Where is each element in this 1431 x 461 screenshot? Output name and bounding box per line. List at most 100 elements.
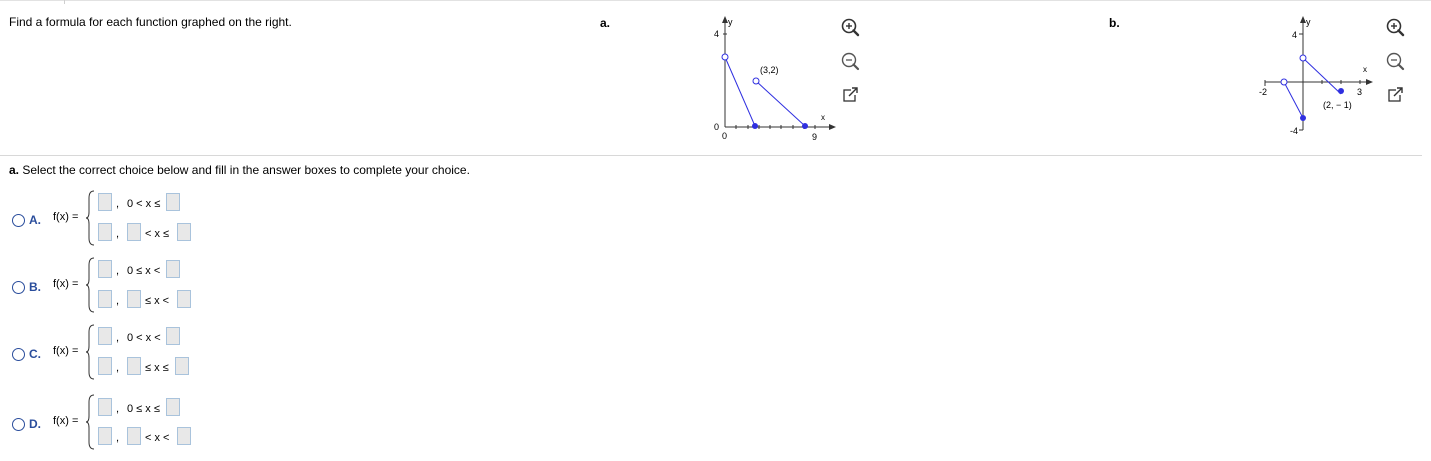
choice-d-bound-1-input[interactable] bbox=[166, 398, 180, 416]
choice-d-fx: f(x) = bbox=[53, 415, 79, 427]
choice-b-cond-1: 0 ≤ x < bbox=[127, 265, 161, 277]
choice-a-cond-1: 0 < x ≤ bbox=[127, 198, 161, 210]
choice-b-brace bbox=[86, 257, 95, 313]
graph-a-point-label: (3,2) bbox=[760, 65, 779, 75]
graph-a-open-point-1 bbox=[721, 53, 729, 61]
choice-a-cond-2: < x ≤ bbox=[145, 228, 170, 240]
choice-a-formula-1-input[interactable] bbox=[98, 193, 112, 211]
graph-a-closed-point-1 bbox=[752, 123, 758, 129]
choice-a-radio[interactable] bbox=[12, 214, 25, 227]
choice-b-comma-1: , bbox=[116, 265, 120, 277]
graph-b-open-point-1 bbox=[1280, 78, 1288, 86]
choice-b-comma-2: , bbox=[116, 295, 120, 307]
graph-b-y-label: y bbox=[1306, 17, 1311, 27]
choice-c-radio[interactable] bbox=[12, 348, 25, 361]
prompt-text: Find a formula for each function graphed… bbox=[9, 15, 292, 29]
graph-b-open-point-2 bbox=[1299, 54, 1307, 62]
graph-a-segment-1 bbox=[724, 56, 756, 127]
graph-b-x-label: x bbox=[1363, 65, 1367, 74]
choice-a-formula-2-input[interactable] bbox=[98, 223, 112, 241]
graph-a-closed-point-2 bbox=[802, 123, 808, 129]
graph-b-x-arrow bbox=[1366, 79, 1373, 85]
graph-b-label: b. bbox=[1109, 16, 1120, 30]
top-border bbox=[0, 0, 1431, 4]
choice-b-letter: B. bbox=[29, 280, 41, 294]
graph-a: y 4 0 0 9 x (3,2) bbox=[714, 16, 836, 142]
choice-a-comma-1: , bbox=[116, 198, 120, 210]
graph-a-x-tick: 9 bbox=[812, 132, 817, 142]
choice-b-formula-1-input[interactable] bbox=[98, 260, 112, 278]
graph-b-popout-icon[interactable] bbox=[1387, 86, 1409, 108]
choice-d-bound-3-input[interactable] bbox=[177, 427, 191, 445]
choice-b-bound-3-input[interactable] bbox=[177, 290, 191, 308]
graph-b-y-bottom: -4 bbox=[1290, 126, 1298, 136]
choice-b-bound-2-input[interactable] bbox=[127, 290, 141, 308]
choice-c-bound-1-input[interactable] bbox=[166, 327, 180, 345]
choice-c-bound-3-input[interactable] bbox=[175, 357, 189, 375]
choice-d-cond-1: 0 ≤ x ≤ bbox=[127, 403, 160, 415]
choice-b-radio[interactable] bbox=[12, 281, 25, 294]
choice-b-formula-2-input[interactable] bbox=[98, 290, 112, 308]
choice-a-comma-2: , bbox=[116, 228, 120, 240]
graph-b-y-top: 4 bbox=[1292, 30, 1297, 40]
choice-a-bound-3-input[interactable] bbox=[177, 223, 191, 241]
choice-a-fx: f(x) = bbox=[53, 211, 79, 223]
graph-a-y-tick: 4 bbox=[714, 29, 719, 39]
question-text: a. Select the correct choice below and f… bbox=[9, 163, 470, 177]
graph-a-x-arrow bbox=[829, 124, 836, 130]
choice-d-bound-2-input[interactable] bbox=[127, 427, 141, 445]
choice-c-cond-1: 0 < x < bbox=[127, 332, 161, 344]
choice-c-fx: f(x) = bbox=[53, 345, 79, 357]
graph-b-segment-1 bbox=[1283, 81, 1304, 119]
choice-d-comma-2: , bbox=[116, 432, 120, 444]
top-divider-tick bbox=[64, 0, 65, 4]
graph-a-x-label: x bbox=[821, 113, 825, 122]
graph-b: y 4 -4 -2 3 x (2, − 1) bbox=[1259, 16, 1373, 136]
choice-d-formula-2-input[interactable] bbox=[98, 427, 112, 445]
graph-b-x-left: -2 bbox=[1259, 87, 1267, 97]
question-instruction: Select the correct choice below and fill… bbox=[22, 163, 470, 177]
graph-a-zoom-out-icon[interactable] bbox=[839, 51, 861, 73]
choice-c-letter: C. bbox=[29, 347, 41, 361]
graph-a-y-label: y bbox=[728, 17, 733, 27]
graph-a-label: a. bbox=[600, 16, 611, 30]
choice-a-bound-2-input[interactable] bbox=[127, 223, 141, 241]
choice-c-brace bbox=[86, 324, 95, 380]
choice-a: A. f(x) = , 0 < x ≤ , < x ≤ bbox=[0, 188, 260, 252]
choice-c-formula-1-input[interactable] bbox=[98, 327, 112, 345]
graph-a-segment-2 bbox=[755, 80, 806, 127]
choice-b: B. f(x) = , 0 ≤ x < , ≤ x < bbox=[0, 255, 260, 319]
choice-b-bound-1-input[interactable] bbox=[166, 260, 180, 278]
choice-c-formula-2-input[interactable] bbox=[98, 357, 112, 375]
choice-c-bound-2-input[interactable] bbox=[127, 357, 141, 375]
choice-a-brace bbox=[86, 190, 95, 246]
graph-b-zoom-out-icon[interactable] bbox=[1384, 51, 1406, 73]
graph-a-x-origin: 0 bbox=[722, 131, 727, 141]
choice-b-cond-2: ≤ x < bbox=[145, 295, 170, 307]
choice-a-bound-1-input[interactable] bbox=[166, 193, 180, 211]
graph-b-segment-2 bbox=[1302, 57, 1342, 95]
choice-c: C. f(x) = , 0 < x < , ≤ x ≤ bbox=[0, 322, 260, 386]
choice-d-formula-1-input[interactable] bbox=[98, 398, 112, 416]
graph-b-point-label: (2, − 1) bbox=[1323, 100, 1352, 110]
graph-b-closed-point-1 bbox=[1300, 115, 1306, 121]
graph-a-y-origin: 0 bbox=[714, 122, 719, 132]
choice-d-radio[interactable] bbox=[12, 418, 25, 431]
choice-d-brace bbox=[86, 394, 95, 450]
graph-b-zoom-in-icon[interactable] bbox=[1384, 17, 1406, 39]
question-part: a. bbox=[9, 163, 20, 177]
section-divider bbox=[0, 155, 1422, 156]
graph-a-zoom-in-icon[interactable] bbox=[839, 17, 861, 39]
graph-b-x-right: 3 bbox=[1357, 87, 1362, 97]
choice-d: D. f(x) = , 0 ≤ x ≤ , < x < bbox=[0, 392, 260, 456]
graph-a-x-ticks bbox=[723, 33, 816, 129]
choice-b-fx: f(x) = bbox=[53, 278, 79, 290]
choice-c-comma-1: , bbox=[116, 332, 120, 344]
choice-c-comma-2: , bbox=[116, 362, 120, 374]
choice-d-comma-1: , bbox=[116, 403, 120, 415]
graph-b-closed-point-2 bbox=[1338, 88, 1344, 94]
choice-a-letter: A. bbox=[29, 213, 41, 227]
graph-a-popout-icon[interactable] bbox=[842, 86, 864, 108]
choice-d-cond-2: < x < bbox=[145, 432, 170, 444]
choice-d-letter: D. bbox=[29, 417, 41, 431]
